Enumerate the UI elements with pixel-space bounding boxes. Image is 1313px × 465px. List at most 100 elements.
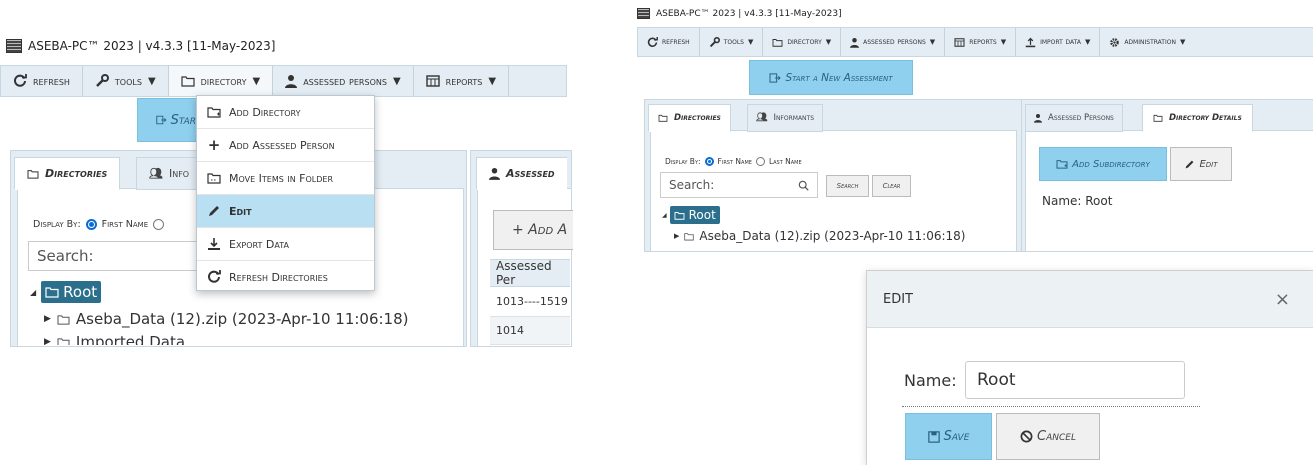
start-new-assessment-button[interactable]: Star <box>137 98 197 142</box>
refresh-icon <box>208 270 221 283</box>
folder-icon <box>181 76 195 87</box>
menu-item-move-items[interactable]: Move Items in Folder <box>197 162 374 195</box>
tools-menu-button[interactable]: Tools ▼ <box>83 66 169 96</box>
cancel-button[interactable]: Cancel <box>996 413 1100 460</box>
menu-item-edit[interactable]: Edit <box>197 195 374 228</box>
pencil-icon <box>209 206 219 216</box>
tab-directories[interactable]: Directories <box>648 104 731 132</box>
folder-icon <box>27 169 39 179</box>
search-button[interactable]: Search <box>826 175 869 197</box>
collapsed-triangle-icon[interactable]: ▶ <box>44 314 51 324</box>
menu-item-add-directory[interactable]: Add Directory <box>197 96 374 129</box>
expand-triangle-icon[interactable]: ◢ <box>30 288 36 297</box>
name-label: Name: <box>904 371 957 390</box>
folder-icon <box>1153 114 1163 122</box>
refresh-button[interactable]: Refresh <box>1 66 83 96</box>
name-input[interactable]: Root <box>965 361 1185 399</box>
wrench-icon <box>709 36 720 47</box>
assessed-table-header[interactable]: Assessed Per <box>490 259 570 287</box>
reports-icon <box>425 75 440 87</box>
tree-node[interactable]: ▶ Imported Data <box>40 333 440 345</box>
tree-root-row: ◢ Root <box>662 206 720 224</box>
start-assessment-icon <box>769 72 782 83</box>
tree-node[interactable]: ▶ Aseba_Data (12).zip (2023-Apr-10 11:06… <box>44 310 409 328</box>
reports-menu-button[interactable]: Reports ▼ <box>414 66 510 96</box>
caret-down-icon: ▼ <box>147 75 156 87</box>
export-icon <box>208 238 220 250</box>
tree-root-node[interactable]: Root <box>41 281 102 303</box>
display-by-row: Display By: First Name Last Name <box>665 157 802 166</box>
main-toolbar: Refresh Tools ▼ Directory ▼ Assessed Perso… <box>637 27 1313 57</box>
last-name-radio[interactable] <box>153 219 165 230</box>
tab-assessed-persons[interactable]: Assessed <box>476 157 567 190</box>
tools-menu-button[interactable]: Tools ▼ <box>700 28 764 56</box>
table-row[interactable]: 1014 <box>490 317 570 345</box>
save-button[interactable]: Save <box>905 413 992 460</box>
informants-icon: 👥︎ <box>756 113 768 123</box>
directory-menu-button[interactable]: Directory ▼ <box>763 28 842 56</box>
person-icon <box>850 37 860 48</box>
administration-menu-button[interactable]: Administration ▼ <box>1100 28 1194 56</box>
add-subdirectory-button[interactable]: Add Subdirectory <box>1039 147 1167 181</box>
first-name-radio[interactable] <box>704 157 714 166</box>
display-by-row: Display By: First Name <box>33 219 165 230</box>
directory-menu-button[interactable]: Directory ▼ <box>168 66 274 96</box>
folder-icon <box>674 211 685 220</box>
folder-icon <box>658 114 668 122</box>
tab-informants[interactable]: 👥︎ Info <box>136 157 203 190</box>
assessed-persons-menu-button[interactable]: Assessed Persons ▼ <box>841 28 946 56</box>
tab-assessed-persons[interactable]: Assessed Persons <box>1025 104 1123 132</box>
clear-button[interactable]: Clear <box>872 175 911 197</box>
save-disk-icon <box>927 430 940 443</box>
import-data-menu-button[interactable]: Import Data ▼ <box>1016 28 1101 56</box>
start-new-assessment-button[interactable]: Start a New Assessment <box>749 60 913 95</box>
tab-informants[interactable]: 👥︎ Informants <box>747 104 824 132</box>
folder-icon <box>684 232 695 240</box>
refresh-button[interactable]: Refresh <box>638 28 700 56</box>
edit-directory-button[interactable]: Edit <box>1170 147 1232 181</box>
move-folder-icon <box>207 173 221 184</box>
caret-down-icon: ▼ <box>1179 38 1186 46</box>
refresh-icon <box>14 74 27 87</box>
add-assessed-person-button[interactable]: + Add A <box>493 210 573 250</box>
caret-down-icon: ▼ <box>929 38 936 46</box>
folder-icon <box>45 287 59 298</box>
collapsed-triangle-icon[interactable]: ▶ <box>44 337 51 345</box>
tab-directories[interactable]: Directories <box>14 157 121 190</box>
tab-directory-details[interactable]: Directory Details <box>1142 104 1253 132</box>
last-name-radio[interactable] <box>755 157 765 166</box>
app-logo-icon <box>6 39 22 53</box>
tree-root-node[interactable]: Root <box>669 206 720 224</box>
menu-item-add-assessed-person[interactable]: + Add Assessed Person <box>197 129 374 162</box>
search-input[interactable]: Search: <box>660 172 818 198</box>
caret-down-icon: ▼ <box>252 75 261 87</box>
caret-down-icon: ▼ <box>392 75 401 87</box>
directory-dropdown-menu: Add Directory + Add Assessed Person Move… <box>196 95 375 291</box>
first-name-radio[interactable] <box>85 219 97 230</box>
folder-icon <box>772 38 783 47</box>
assessed-persons-menu-button[interactable]: Assessed Persons ▼ <box>273 66 414 96</box>
caret-down-icon: ▼ <box>1000 38 1007 46</box>
menu-item-export-data[interactable]: Export Data <box>197 228 374 261</box>
app-logo-icon <box>637 8 650 19</box>
person-icon <box>285 75 298 88</box>
menu-item-refresh-directories[interactable]: Refresh Directories <box>197 261 374 293</box>
gear-icon <box>1110 37 1120 47</box>
reports-menu-button[interactable]: Reports ▼ <box>945 28 1017 56</box>
import-icon <box>1025 37 1036 47</box>
collapsed-triangle-icon[interactable]: ▶ <box>674 232 679 240</box>
app-title-bar: ASEBA-PC™ 2023 | v4.3.3 [11-May-2023] <box>6 39 275 53</box>
tree-node[interactable]: ▶ Aseba_Data (12).zip (2023-Apr-10 11:06… <box>674 229 965 243</box>
person-icon <box>489 168 500 180</box>
plus-icon: + <box>207 136 221 154</box>
cancel-icon <box>1020 430 1033 443</box>
wrench-icon <box>96 74 109 87</box>
expand-triangle-icon[interactable]: ◢ <box>662 212 667 219</box>
tree-root-row: ◢ Root <box>30 281 102 303</box>
search-input[interactable]: Search: <box>28 241 198 271</box>
add-folder-icon <box>207 107 221 118</box>
refresh-icon <box>647 36 658 47</box>
table-row[interactable]: 1013----1519 <box>490 287 570 317</box>
tree-node-clip: ▶ Imported Data <box>40 333 440 345</box>
close-icon[interactable]: × <box>1275 289 1290 310</box>
